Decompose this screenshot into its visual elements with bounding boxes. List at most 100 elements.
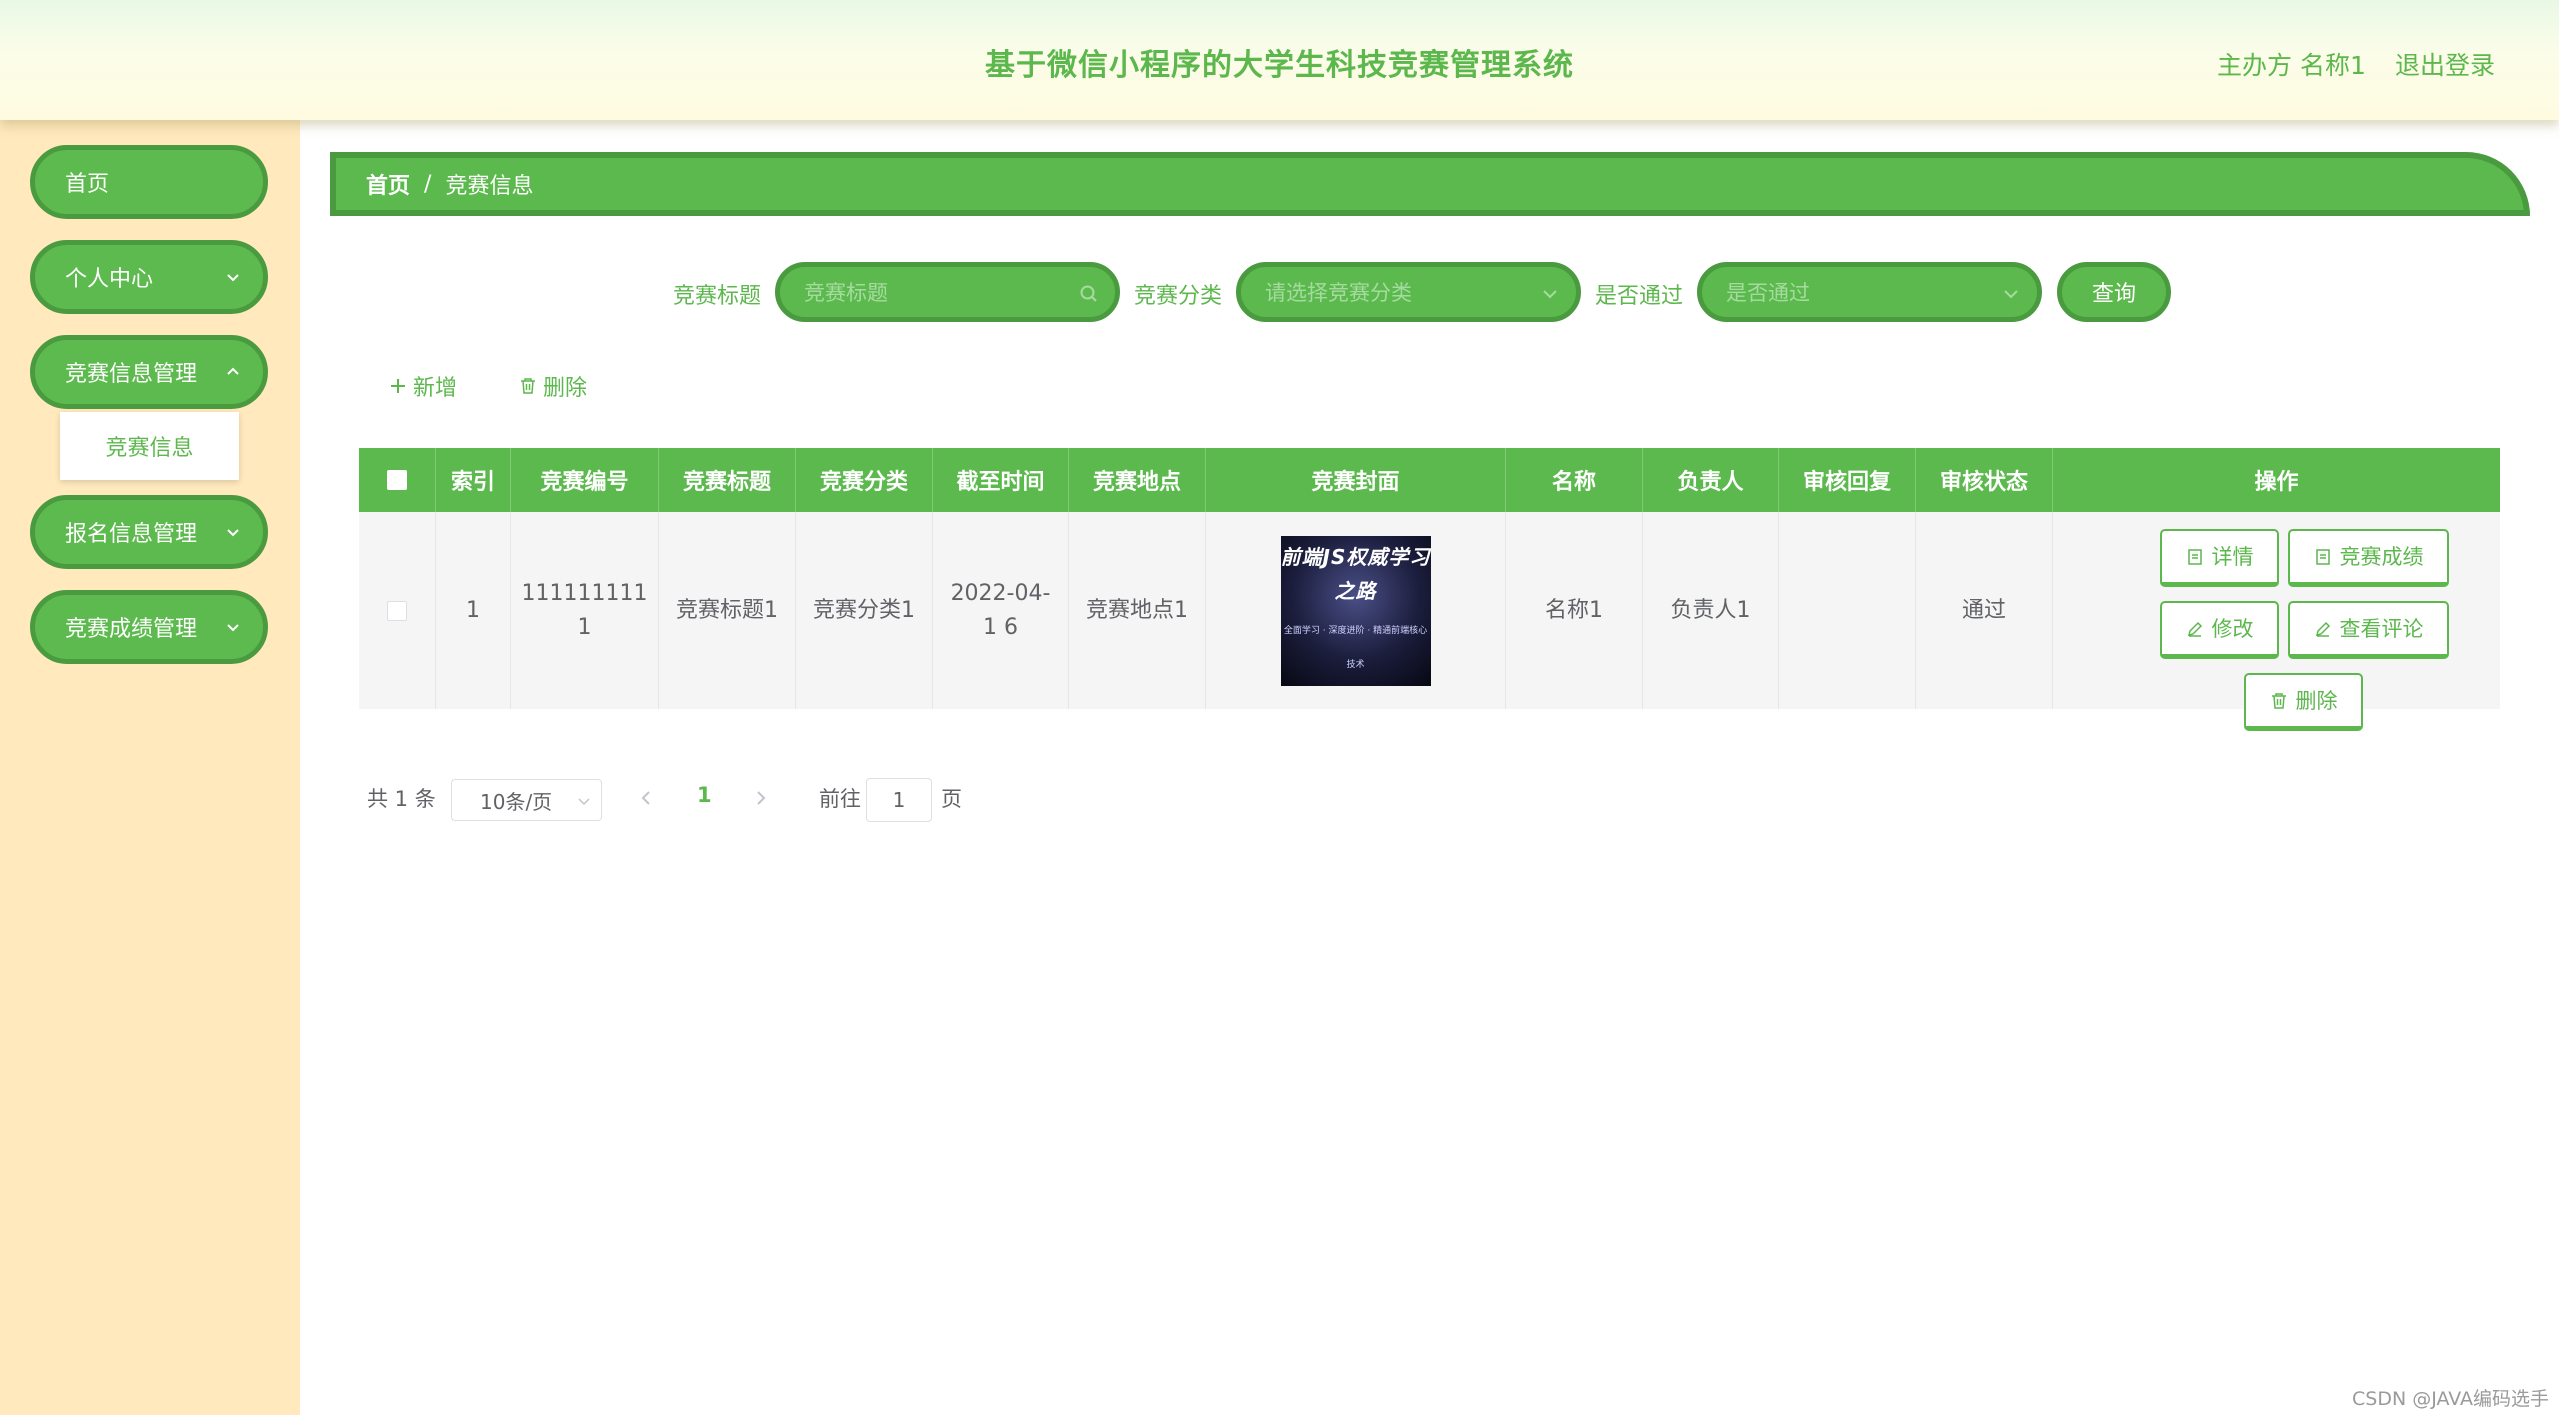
- header-cell: 截至时间: [933, 448, 1069, 512]
- category-select-label: 竞赛分类: [1134, 284, 1223, 309]
- header-cell: 名称: [1506, 448, 1643, 512]
- sidebar-item-registration-management[interactable]: 报名信息管理: [30, 495, 268, 569]
- pagination-total: 共 1 条: [367, 787, 436, 811]
- cell-owner: 负责人1: [1643, 512, 1779, 709]
- header-cell: 操作: [2254, 470, 2299, 495]
- add-button-label: 新增: [413, 376, 458, 401]
- sidebar: 首页 个人中心 竞赛信息管理 竞赛信息 报名信息管理 竞赛成绩管理: [0, 120, 300, 1415]
- header-cell: 竞赛分类: [796, 448, 933, 512]
- header-cell: 竞赛编号: [511, 448, 659, 512]
- edit-icon: [2315, 621, 2330, 637]
- page-size-select[interactable]: 10条/页: [451, 779, 602, 821]
- header-select-all[interactable]: [359, 448, 436, 512]
- prev-page-icon[interactable]: [638, 788, 654, 808]
- row-delete-button[interactable]: 删除: [2244, 673, 2363, 731]
- watermark: CSDN @JAVA编码选手: [2352, 1388, 2550, 1410]
- sidebar-item-competition-management[interactable]: 竞赛信息管理: [30, 335, 268, 409]
- score-button-label: 竞赛成绩: [2339, 544, 2424, 569]
- view-comments-label: 查看评论: [2339, 616, 2424, 641]
- title-search-label: 竞赛标题: [673, 284, 762, 309]
- cover-image[interactable]: 前端JS权威学习之路 全面学习 · 深度进阶 · 精通前端核心技术: [1280, 535, 1431, 686]
- pass-select-label: 是否通过: [1595, 284, 1684, 309]
- add-button[interactable]: 新增: [389, 370, 457, 402]
- header-cell: 索引: [436, 448, 511, 512]
- goto-label: 前往: [819, 787, 861, 811]
- cover-image-title: 前端JS权威学习之路: [1280, 544, 1431, 603]
- pass-select-placeholder: 是否通过: [1726, 281, 1810, 305]
- sidebar-item-label: 竞赛信息管理: [65, 362, 198, 387]
- document-icon: [2315, 548, 2330, 565]
- row-checkbox[interactable]: [387, 600, 407, 621]
- cell-location: 竞赛地点1: [1069, 512, 1206, 709]
- breadcrumb: 首页 / 竞赛信息: [330, 152, 2530, 216]
- sidebar-subitem-competition-info[interactable]: 竞赛信息: [60, 412, 239, 480]
- header-cell: 审核回复: [1779, 448, 1916, 512]
- next-page-icon[interactable]: [753, 788, 769, 808]
- page-number[interactable]: 1: [697, 783, 712, 807]
- row-select-cell[interactable]: [359, 512, 436, 709]
- trash-icon: [521, 378, 535, 394]
- edit-icon: [2187, 621, 2202, 637]
- detail-button-label: 详情: [2211, 544, 2254, 569]
- goto-page-input[interactable]: [866, 778, 932, 822]
- cell-title: 竞赛标题1: [659, 512, 796, 709]
- score-button[interactable]: 竞赛成绩: [2288, 529, 2449, 587]
- chevron-down-icon: [1543, 290, 1557, 299]
- page-suffix: 页: [941, 787, 962, 811]
- header-cell: 负责人: [1643, 448, 1779, 512]
- cell-cover: 前端JS权威学习之路 全面学习 · 深度进阶 · 精通前端核心技术: [1206, 512, 1506, 709]
- header-cell: 竞赛封面: [1206, 448, 1506, 512]
- top-header: 基于微信小程序的大学生科技竞赛管理系统 主办方 名称1 退出登录: [0, 0, 2559, 120]
- header-cell: 竞赛地点: [1069, 448, 1206, 512]
- edit-button[interactable]: 修改: [2160, 601, 2279, 659]
- cell-operations: 详情 竞赛成绩 修改 查看评论 删除: [2053, 512, 2500, 731]
- plus-icon: [391, 379, 405, 393]
- logout-link[interactable]: 退出登录: [2395, 46, 2495, 82]
- chevron-down-icon: [2004, 290, 2018, 299]
- cell-status: 通过: [1916, 512, 2053, 709]
- batch-delete-button[interactable]: 删除: [519, 370, 587, 402]
- sidebar-item-home[interactable]: 首页: [30, 145, 268, 219]
- edit-button-label: 修改: [2211, 616, 2254, 641]
- breadcrumb-home[interactable]: 首页: [366, 168, 410, 200]
- title-search-placeholder: 竞赛标题: [804, 281, 888, 305]
- cell-name: 名称1: [1506, 512, 1643, 709]
- cell-reply: [1779, 512, 1916, 709]
- header-cell: 审核状态: [1916, 448, 2053, 512]
- select-all-checkbox[interactable]: [387, 470, 407, 490]
- chevron-down-icon: [227, 624, 239, 632]
- cell-deadline: 2022-04-1 6: [933, 512, 1069, 709]
- pass-select[interactable]: 是否通过: [1697, 262, 2042, 322]
- search-icon: [1080, 285, 1097, 302]
- detail-button[interactable]: 详情: [2160, 529, 2279, 587]
- cell-category: 竞赛分类1: [796, 512, 933, 709]
- trash-icon: [2271, 692, 2286, 709]
- sidebar-item-label: 竞赛成绩管理: [65, 617, 198, 642]
- sidebar-item-label: 首页: [65, 172, 110, 197]
- cell-number: 111111111 1: [511, 512, 659, 709]
- breadcrumb-current: 竞赛信息: [445, 174, 534, 199]
- category-select[interactable]: 请选择竞赛分类: [1236, 262, 1581, 322]
- current-user: 主办方 名称1: [2217, 51, 2366, 80]
- chevron-down-icon: [227, 529, 239, 537]
- title-search-input[interactable]: 竞赛标题: [775, 262, 1120, 322]
- app-title: 基于微信小程序的大学生科技竞赛管理系统: [985, 48, 1574, 83]
- document-icon: [2187, 548, 2202, 565]
- breadcrumb-separator: /: [424, 171, 432, 197]
- batch-delete-label: 删除: [543, 376, 588, 401]
- table-row: 1 111111111 1 竞赛标题1 竞赛分类1 2022-04-1 6 竞赛…: [359, 512, 2500, 731]
- cover-image-subtitle: 全面学习 · 深度进阶 · 精通前端核心技术: [1283, 625, 1428, 670]
- chevron-up-icon: [227, 367, 239, 375]
- view-comments-button[interactable]: 查看评论: [2288, 601, 2449, 659]
- row-delete-label: 删除: [2295, 688, 2338, 713]
- sidebar-item-label: 报名信息管理: [65, 522, 198, 547]
- page-size-value: 10条/页: [480, 789, 553, 814]
- chevron-down-icon: [227, 274, 239, 282]
- query-button[interactable]: 查询: [2057, 262, 2171, 322]
- table-header: 索引 竞赛编号 竞赛标题 竞赛分类 截至时间 竞赛地点 竞赛封面 名称 负责人 …: [359, 448, 2500, 512]
- chevron-down-icon: [578, 798, 590, 806]
- sidebar-item-score-management[interactable]: 竞赛成绩管理: [30, 590, 268, 664]
- category-select-placeholder: 请选择竞赛分类: [1265, 281, 1412, 305]
- sidebar-item-personal-center[interactable]: 个人中心: [30, 240, 268, 314]
- cell-index: 1: [436, 512, 511, 709]
